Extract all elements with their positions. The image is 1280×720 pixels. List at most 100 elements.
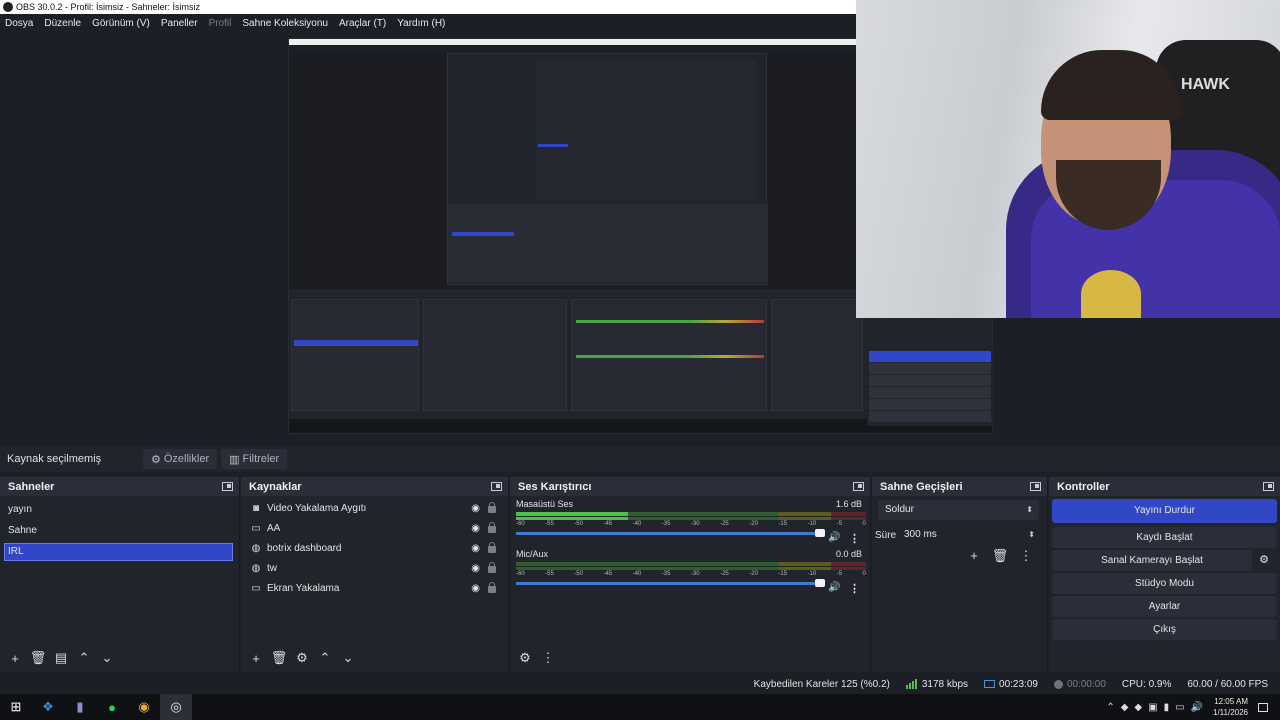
move-down-icon[interactable]: ⌄: [98, 649, 116, 667]
meter-tick-label: -15: [778, 521, 788, 527]
spotify-icon[interactable]: ●: [96, 694, 128, 720]
menu-sahne-koleksiyonu[interactable]: Sahne Koleksiyonu: [242, 18, 328, 29]
transition-select[interactable]: Soldur ⬍: [878, 500, 1039, 520]
volume-icon[interactable]: 🔊: [1191, 702, 1203, 713]
lock-icon[interactable]: [488, 562, 496, 573]
app-icon-2[interactable]: ▮: [64, 694, 96, 720]
source-item[interactable]: ▭ AA ◉: [241, 518, 508, 538]
menu-yardim[interactable]: Yardım (H): [397, 18, 445, 29]
windows-start-icon[interactable]: ⊞: [0, 694, 32, 720]
meter-tick-label: -30: [690, 571, 700, 577]
studio-mode-button[interactable]: Stüdyo Modu: [1052, 573, 1277, 594]
visibility-eye-icon[interactable]: ◉: [471, 583, 480, 594]
mixer-title: Ses Karıştırıcı: [518, 480, 592, 493]
gear-icon[interactable]: ⚙: [293, 649, 311, 667]
filters-button[interactable]: ▥ Filtreler: [221, 449, 288, 469]
lock-icon[interactable]: [488, 522, 496, 533]
virtual-camera-button[interactable]: Sanal Kamerayı Başlat ⚙: [1052, 550, 1269, 571]
chevron-up-icon[interactable]: ⌃: [1106, 702, 1114, 713]
properties-button[interactable]: ⚙ Özellikler: [143, 449, 218, 469]
scene-filters-icon[interactable]: ▤: [52, 649, 70, 667]
visibility-eye-icon[interactable]: ◉: [471, 503, 480, 514]
add-icon[interactable]: +: [963, 548, 985, 564]
source-item[interactable]: ◍ botrix dashboard ◉: [241, 538, 508, 558]
speaker-icon[interactable]: 🔊: [828, 582, 840, 593]
source-item[interactable]: ◍ tw ◉: [241, 558, 508, 578]
meter-tick-label: -50: [574, 571, 583, 577]
undock-icon[interactable]: [222, 482, 233, 491]
more-options-icon[interactable]: ⋮: [849, 532, 860, 545]
meter-tick-label: -60: [516, 571, 525, 577]
chrome-icon[interactable]: ◉: [128, 694, 160, 720]
more-options-icon[interactable]: ⋮: [539, 649, 557, 667]
menu-profil[interactable]: Profil: [209, 18, 232, 29]
undock-icon[interactable]: [1263, 482, 1274, 491]
clock[interactable]: 12:05 AM 1/11/2026: [1213, 696, 1248, 718]
scene-item[interactable]: yayın: [0, 499, 239, 520]
move-up-icon[interactable]: ⌃: [316, 649, 334, 667]
stop-stream-button[interactable]: Yayını Durdur: [1052, 499, 1277, 523]
windows-taskbar: ⊞ ❖ ▮ ● ◉ ◎ ⌃ ◆ ◆ ▣ ▮ ▭ 🔊 12:05 AM 1/11/…: [0, 694, 1280, 720]
lock-icon[interactable]: [488, 502, 496, 513]
lock-icon[interactable]: [488, 582, 496, 593]
move-down-icon[interactable]: ⌄: [339, 649, 357, 667]
meter-tick-label: -5: [836, 521, 843, 527]
visibility-eye-icon[interactable]: ◉: [471, 543, 480, 554]
source-item[interactable]: ▭ Ekran Yakalama ◉: [241, 578, 508, 598]
obs-icon[interactable]: ◎: [160, 694, 192, 720]
network-icon[interactable]: ▭: [1175, 702, 1184, 713]
add-icon[interactable]: +: [247, 649, 265, 667]
app-icon-1[interactable]: ❖: [32, 694, 64, 720]
scene-item-selected[interactable]: IRL: [4, 543, 233, 561]
volume-meter-r: [516, 517, 866, 520]
advanced-audio-icon[interactable]: ⚙: [516, 649, 534, 667]
spinner-arrows-icon[interactable]: ⬍: [1028, 525, 1035, 545]
notification-icon[interactable]: [1258, 702, 1268, 712]
add-icon[interactable]: +: [6, 649, 24, 667]
more-options-icon[interactable]: ⋮: [1015, 548, 1037, 564]
meter-tick-label: -55: [545, 521, 554, 527]
lock-icon[interactable]: [488, 542, 496, 553]
volume-knob[interactable]: [815, 579, 825, 587]
source-item[interactable]: ◙ Video Yakalama Aygıtı ◉: [241, 498, 508, 518]
undock-icon[interactable]: [491, 482, 502, 491]
more-options-icon[interactable]: ⋮: [849, 582, 860, 595]
menu-gorunum[interactable]: Görünüm (V): [92, 18, 150, 29]
exit-button[interactable]: Çıkış: [1052, 619, 1277, 640]
move-up-icon[interactable]: ⌃: [75, 649, 93, 667]
updown-arrow-icon: ⬍: [1026, 505, 1033, 514]
visibility-eye-icon[interactable]: ◉: [471, 563, 480, 574]
volume-slider[interactable]: [516, 579, 825, 587]
scene-item[interactable]: Sahne: [0, 520, 239, 541]
meter-tick-label: -30: [690, 521, 700, 527]
meter-tick-label: -15: [778, 571, 788, 577]
volume-meter: [516, 562, 866, 566]
gear-icon[interactable]: ⚙: [1254, 550, 1274, 571]
trash-icon[interactable]: 🗑: [270, 649, 288, 667]
trash-icon[interactable]: 🗑: [29, 649, 47, 667]
menu-paneller[interactable]: Paneller: [161, 18, 198, 29]
meter-tick-label: -40: [632, 521, 642, 527]
monitor-icon: ▭: [251, 582, 261, 594]
menu-duzenle[interactable]: Düzenle: [44, 18, 81, 29]
tray-app-icon[interactable]: ◆: [1134, 702, 1142, 713]
visibility-eye-icon[interactable]: ◉: [471, 523, 480, 534]
speaker-icon[interactable]: 🔊: [828, 532, 840, 543]
cpu-usage: CPU: 0.9%: [1121, 678, 1172, 690]
meter-tick-label: 0: [862, 571, 866, 577]
undock-icon[interactable]: [853, 482, 864, 491]
preview-canvas[interactable]: [0, 32, 993, 440]
menu-bar: Dosya Düzenle Görünüm (V) Paneller Profi…: [0, 14, 856, 32]
undock-icon[interactable]: [1030, 482, 1041, 491]
volume-slider[interactable]: [516, 529, 825, 537]
menu-dosya[interactable]: Dosya: [5, 18, 33, 29]
tray-app-icon[interactable]: ◆: [1121, 702, 1129, 713]
settings-button[interactable]: Ayarlar: [1052, 596, 1277, 617]
trash-icon[interactable]: 🗑: [989, 548, 1011, 564]
start-recording-button[interactable]: Kaydı Başlat: [1052, 527, 1277, 548]
tray-app-icon[interactable]: ▣: [1148, 702, 1157, 713]
volume-knob[interactable]: [815, 529, 825, 537]
microphone-icon[interactable]: ▮: [1164, 702, 1170, 713]
duration-input[interactable]: 300 ms ⬍: [902, 525, 1039, 545]
menu-araclar[interactable]: Araçlar (T): [339, 18, 386, 29]
